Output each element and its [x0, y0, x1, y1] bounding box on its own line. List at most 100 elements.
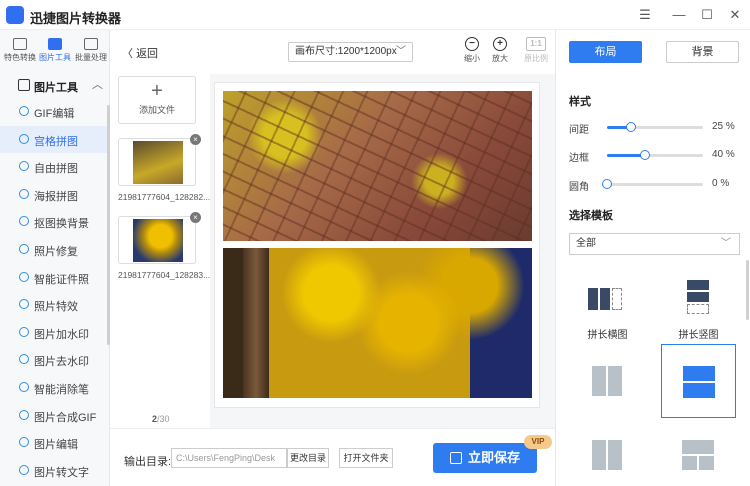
- left-sidebar: 特色转换 图片工具 批量处理 图片工具 ︿ GIF编辑 宫格拼图 自由拼图 海报…: [0, 30, 110, 486]
- spacing-label: 间距: [569, 125, 589, 136]
- sidebar-item-label: 图片转文字: [34, 466, 89, 479]
- zoom-out-button[interactable]: − 缩小: [458, 37, 486, 64]
- id-photo-icon: [19, 271, 29, 282]
- back-button[interactable]: 〈 返回: [122, 45, 158, 61]
- collage-photo-bottom[interactable]: [223, 248, 532, 398]
- title-bar: 迅捷图片转换器 ☰ — ☐ ✕: [0, 0, 750, 30]
- mode-special-convert[interactable]: 特色转换: [2, 36, 38, 68]
- section-title: 图片工具: [34, 82, 78, 94]
- original-ratio-button[interactable]: 1:1 原比例: [522, 37, 550, 64]
- collage-canvas[interactable]: [214, 82, 540, 408]
- page-count: 2/30: [152, 414, 170, 424]
- corner-slider-row: 圆角 0 %: [569, 178, 744, 193]
- collage-icon: [19, 161, 29, 172]
- maximize-button[interactable]: ☐: [698, 6, 716, 24]
- sidebar-item-image-to-text[interactable]: 图片转文字: [0, 457, 110, 485]
- spacing-slider[interactable]: [607, 122, 703, 132]
- tab-background[interactable]: 背景: [666, 41, 739, 63]
- border-slider-row: 边框 40 %: [569, 149, 744, 164]
- chevron-down-icon: ﹀: [396, 46, 406, 57]
- two-columns-icon: [592, 366, 622, 396]
- remove-watermark-icon: [19, 354, 29, 365]
- plus-icon: +: [151, 80, 163, 102]
- vertical-layout-icon: [687, 280, 709, 314]
- add-file-button[interactable]: + 添加文件: [118, 76, 196, 124]
- tree-trunk: [243, 248, 269, 398]
- template-two-cols-split[interactable]: [570, 430, 645, 486]
- back-label: 返回: [136, 48, 159, 60]
- remove-file-icon[interactable]: ×: [190, 134, 201, 145]
- horizontal-layout-icon: [588, 288, 622, 310]
- spacing-knob[interactable]: [626, 122, 636, 132]
- sidebar-item-label: 图片合成GIF: [34, 411, 97, 424]
- output-bar: 输出目录: C:\Users\FengPing\Desk 更改目录 打开文件夹 …: [110, 428, 555, 486]
- menu-icon[interactable]: ☰: [636, 6, 654, 24]
- save-now-button[interactable]: 立即保存: [433, 443, 537, 473]
- template-two-columns[interactable]: [570, 344, 645, 418]
- section-image-tools[interactable]: 图片工具 ︿: [0, 74, 110, 98]
- two-rows-icon: [683, 366, 715, 398]
- zoom-in-icon: +: [493, 37, 507, 51]
- sidebar-item-grid-collage[interactable]: 宫格拼图: [0, 125, 110, 154]
- file-name: 21981777604_128283...: [118, 270, 210, 280]
- panel-scrollbar[interactable]: [746, 260, 749, 320]
- sidebar-item-label: 智能证件照: [34, 273, 89, 286]
- gif-icon: [19, 106, 29, 116]
- output-path-field[interactable]: C:\Users\FengPing\Desk: [171, 448, 287, 468]
- sidebar-item-images-to-gif[interactable]: 图片合成GIF: [0, 402, 110, 430]
- template-two-rows-selected[interactable]: [661, 344, 736, 418]
- sidebar-item-label: 智能消除笔: [34, 383, 89, 396]
- minimize-button[interactable]: —: [670, 6, 688, 24]
- sidebar-item-label: 图片加水印: [34, 328, 89, 341]
- template-long-vertical[interactable]: 拼长竖图: [661, 276, 736, 350]
- mode-batch[interactable]: 批量处理: [73, 36, 109, 68]
- tab-layout[interactable]: 布局: [569, 41, 642, 63]
- canvas-size-select[interactable]: 画布尺寸:1200*1200px ﹀: [288, 42, 413, 62]
- sidebar-item-free-collage[interactable]: 自由拼图: [0, 153, 110, 181]
- settings-panel: 布局 背景 样式 间距 25 % 边框 40 % 圆角 0 % 选择模板 全部 ﹀…: [555, 30, 750, 486]
- sidebar-item-label: 图片去水印: [34, 356, 89, 369]
- corner-label: 圆角: [569, 182, 589, 193]
- remove-file-icon[interactable]: ×: [190, 212, 201, 223]
- sidebar-item-photo-repair[interactable]: 照片修复: [0, 236, 110, 264]
- border-label: 边框: [569, 153, 589, 164]
- corner-slider[interactable]: [602, 179, 703, 189]
- border-slider[interactable]: [607, 150, 703, 160]
- sidebar-item-label: 宫格拼图: [34, 135, 78, 148]
- sidebar-item-poster-collage[interactable]: 海报拼图: [0, 181, 110, 209]
- mode-label: 批量处理: [75, 53, 107, 62]
- thumbnail-image: [133, 219, 183, 262]
- template-filter-select[interactable]: 全部 ﹀: [569, 233, 740, 255]
- repair-icon: [19, 243, 29, 254]
- close-button[interactable]: ✕: [726, 6, 744, 24]
- template-long-horizontal[interactable]: 拼长横图: [570, 276, 645, 350]
- sidebar-item-cutout[interactable]: 抠图换背景: [0, 208, 110, 236]
- file-thumbnail[interactable]: ×: [118, 134, 201, 186]
- sidebar-item-eraser[interactable]: 智能消除笔: [0, 374, 110, 402]
- poster-icon: [19, 188, 29, 199]
- sidebar-item-remove-watermark[interactable]: 图片去水印: [0, 346, 110, 374]
- sidebar-item-photo-effects[interactable]: 照片特效: [0, 291, 110, 319]
- app-logo-icon: [6, 6, 24, 24]
- zoom-in-button[interactable]: + 放大: [486, 37, 514, 64]
- sidebar-item-id-photo[interactable]: 智能证件照: [0, 264, 110, 292]
- batch-icon: [84, 38, 98, 50]
- sidebar-item-image-edit[interactable]: 图片编辑: [0, 429, 110, 457]
- workspace-toolbar: 〈 返回 画布尺寸:1200*1200px ﹀ − 缩小 + 放大 1:1 原比例: [110, 30, 555, 74]
- template-three-panel[interactable]: [661, 430, 736, 486]
- effects-icon: [19, 299, 29, 310]
- change-directory-button[interactable]: 更改目录: [287, 448, 329, 468]
- file-thumbnail[interactable]: ×: [118, 212, 201, 264]
- gif-compose-icon: [19, 409, 29, 420]
- border-knob[interactable]: [640, 150, 651, 160]
- open-folder-button[interactable]: 打开文件夹: [339, 448, 393, 468]
- collage-photo-top[interactable]: [223, 91, 532, 241]
- mode-image-tools[interactable]: 图片工具: [37, 36, 73, 68]
- zoom-out-label: 缩小: [464, 54, 480, 63]
- sidebar-item-add-watermark[interactable]: 图片加水印: [0, 319, 110, 347]
- border-value: 40 %: [712, 149, 735, 160]
- image-tools-icon: [18, 79, 30, 91]
- sidebar-item-gif-edit[interactable]: GIF编辑: [0, 98, 110, 126]
- app-title: 迅捷图片转换器: [30, 11, 122, 26]
- corner-knob[interactable]: [602, 179, 612, 189]
